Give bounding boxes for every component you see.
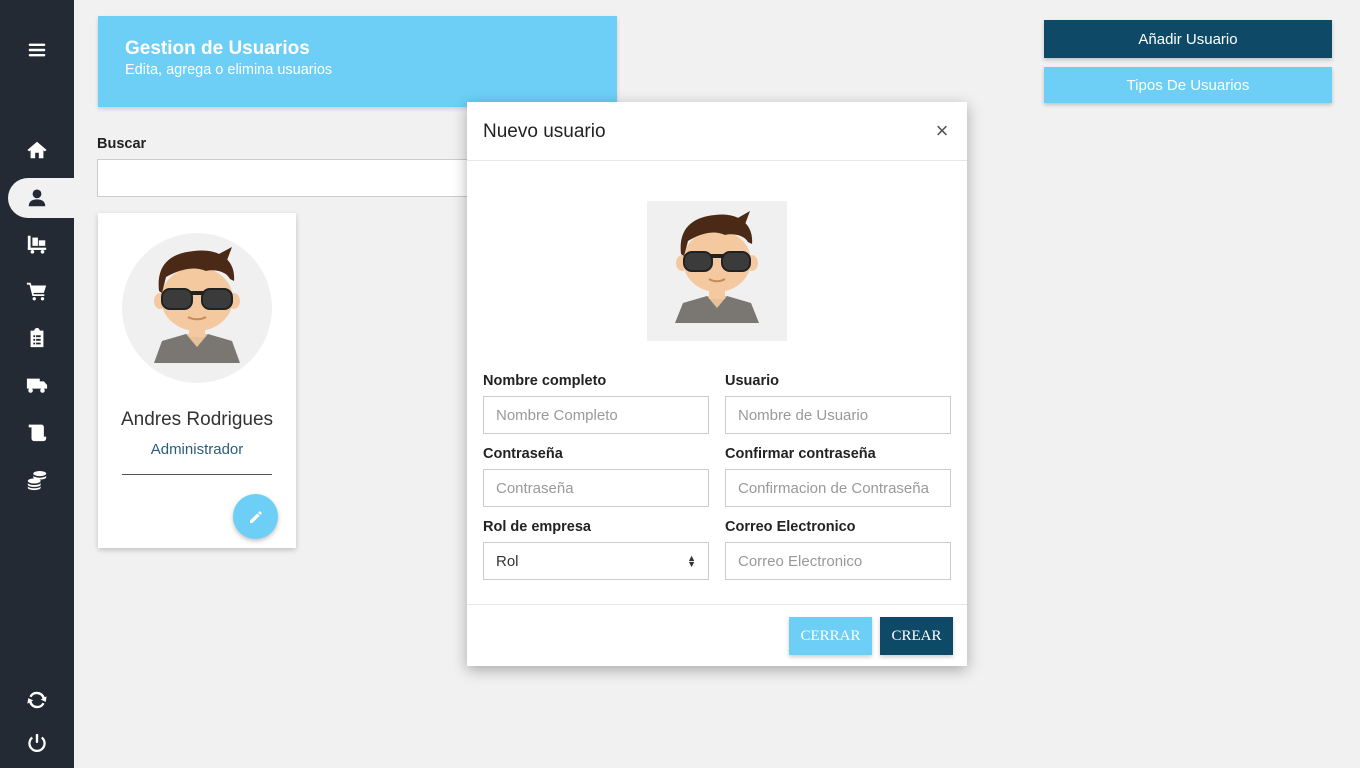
confirm-password-field[interactable] [725, 469, 951, 507]
select-arrows-icon: ▲ ▼ [687, 553, 696, 569]
edit-user-button[interactable] [233, 494, 278, 539]
email-label: Correo Electronico [725, 519, 856, 535]
menu-icon[interactable] [0, 30, 74, 70]
username-field[interactable] [725, 396, 951, 434]
user-card: Andres Rodrigues Administrador [98, 213, 296, 548]
close-icon[interactable]: × [933, 119, 951, 143]
divider [122, 474, 272, 475]
sync-icon[interactable] [0, 680, 74, 720]
power-icon[interactable] [0, 723, 74, 763]
shopping-cart-icon[interactable] [0, 271, 74, 311]
add-user-button[interactable]: Añadir Usuario [1044, 20, 1332, 58]
create-button[interactable]: CREAR [880, 617, 953, 655]
modal-title: Nuevo usuario [483, 121, 606, 142]
username-label: Usuario [725, 373, 779, 389]
page-subtitle: Edita, agrega o elimina usuarios [125, 62, 333, 78]
role-select-value: Rol [496, 552, 519, 570]
user-role: Administrador [150, 441, 244, 458]
page-title: Gestion de Usuarios [125, 38, 310, 59]
role-select[interactable]: Rol ▲ ▼ [483, 542, 709, 580]
role-label: Rol de empresa [483, 519, 591, 535]
clipboard-icon[interactable] [0, 318, 74, 358]
home-icon[interactable] [0, 130, 74, 170]
modal-footer-divider [467, 604, 967, 605]
coins-icon[interactable] [0, 460, 74, 500]
user-name: Andres Rodrigues [120, 409, 274, 430]
search-label: Buscar [97, 136, 147, 152]
scroll-icon[interactable] [0, 412, 74, 452]
user-icon[interactable] [8, 178, 74, 218]
warehouse-cart-icon[interactable] [0, 224, 74, 264]
modal-header: Nuevo usuario × [467, 102, 967, 161]
email-field[interactable] [725, 542, 951, 580]
full-name-label: Nombre completo [483, 373, 607, 389]
sidebar [0, 0, 74, 768]
avatar [122, 233, 272, 383]
pencil-icon [249, 510, 262, 523]
user-types-button[interactable]: Tipos De Usuarios [1044, 67, 1332, 103]
password-label: Contraseña [483, 446, 563, 462]
confirm-password-label: Confirmar contraseña [725, 446, 876, 462]
full-name-field[interactable] [483, 396, 709, 434]
avatar-preview[interactable] [647, 201, 787, 341]
new-user-modal: Nuevo usuario × Nombre completo Usuario … [467, 102, 967, 666]
search-input[interactable] [97, 159, 477, 197]
page-header-card: Gestion de Usuarios Edita, agrega o elim… [98, 16, 617, 107]
cancel-button[interactable]: CERRAR [789, 617, 872, 655]
password-field[interactable] [483, 469, 709, 507]
truck-icon[interactable] [0, 365, 74, 405]
